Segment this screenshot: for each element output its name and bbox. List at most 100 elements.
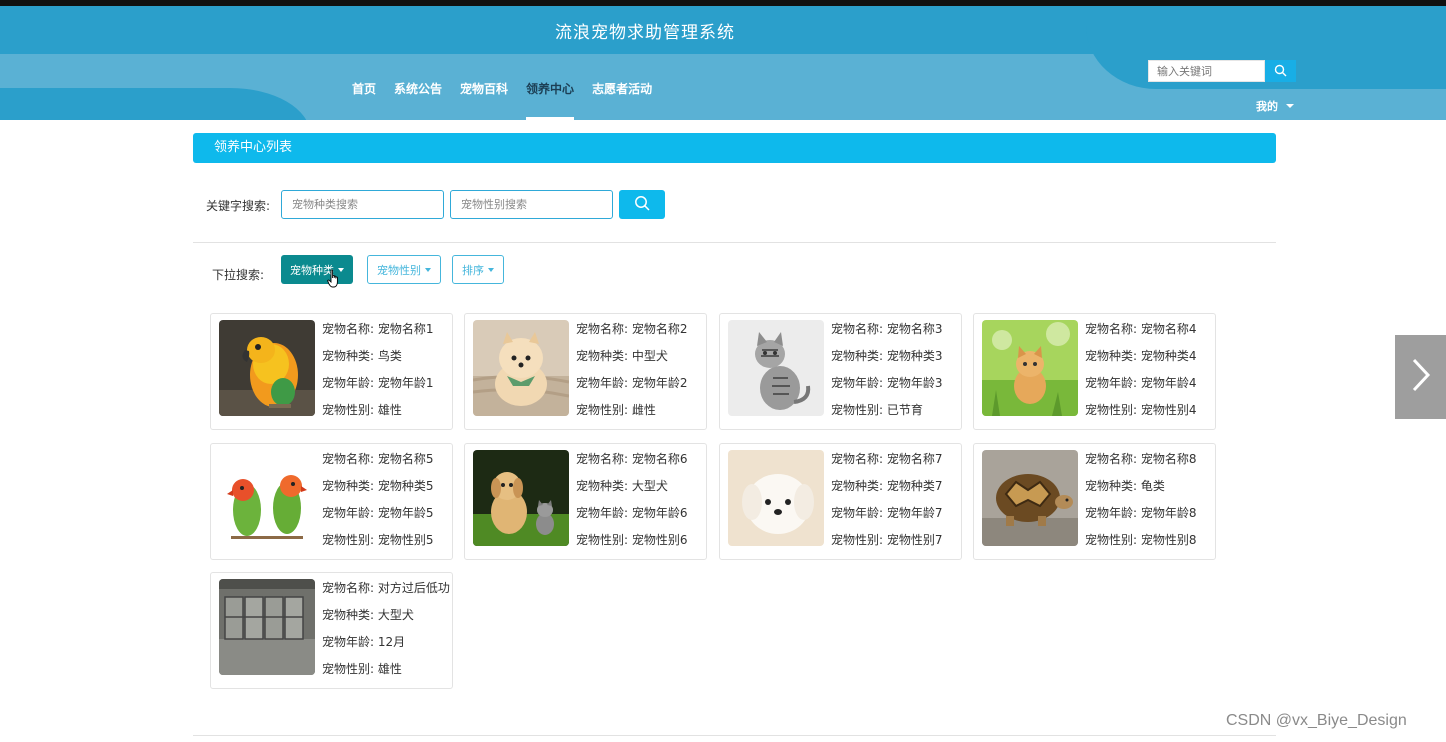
- pet-type-label: 宠物种类:: [1085, 349, 1138, 363]
- pet-photo-white-puppy: [728, 450, 824, 546]
- pet-name: 宠物名称3: [886, 322, 943, 336]
- watermark: CSDN @vx_Biye_Design: [1226, 712, 1407, 729]
- nav-item-volunteer-activities[interactable]: 志愿者活动: [583, 78, 661, 108]
- header-search-input[interactable]: [1148, 60, 1265, 82]
- pet-gender: 宠物性别5: [377, 533, 434, 547]
- pet-card[interactable]: 宠物名称: 宠物名称1 宠物种类: 鸟类 宠物年龄: 宠物年龄1 宠物性别: 雄…: [210, 313, 453, 430]
- pet-type-search-input[interactable]: [281, 190, 444, 219]
- pet-name: 宠物名称8: [1140, 452, 1197, 466]
- pet-type-label: 宠物种类:: [576, 349, 629, 363]
- pet-age: 宠物年龄1: [377, 376, 434, 390]
- pet-card[interactable]: 宠物名称: 宠物名称2 宠物种类: 中型犬 宠物年龄: 宠物年龄2 宠物性别: …: [464, 313, 707, 430]
- pet-age-label: 宠物年龄:: [576, 376, 629, 390]
- pet-type: 宠物种类7: [886, 479, 943, 493]
- pet-card[interactable]: 宠物名称: 宠物名称4 宠物种类: 宠物种类4 宠物年龄: 宠物年龄4 宠物性别…: [973, 313, 1216, 430]
- pet-gender: 雌性: [631, 403, 656, 417]
- divider: [193, 735, 1276, 736]
- pet-gender-dropdown[interactable]: 宠物性别: [367, 255, 441, 284]
- pet-name: 宠物名称6: [631, 452, 688, 466]
- pet-name-label: 宠物名称:: [831, 322, 884, 336]
- pet-card[interactable]: 宠物名称: 宠物名称8 宠物种类: 龟类 宠物年龄: 宠物年龄8 宠物性别: 宠…: [973, 443, 1216, 560]
- pet-photo-kennel: [219, 579, 315, 675]
- pet-age-label: 宠物年龄:: [322, 506, 375, 520]
- nav-item-adoption-center[interactable]: 领养中心: [517, 78, 583, 120]
- pet-age: 宠物年龄5: [377, 506, 434, 520]
- pet-gender-label: 宠物性别:: [576, 533, 629, 547]
- pet-name: 对方过后低功: [377, 581, 450, 595]
- pet-type-dropdown[interactable]: 宠物种类: [281, 255, 353, 284]
- section-title: 领养中心列表: [193, 133, 1276, 163]
- pet-name-label: 宠物名称:: [322, 581, 375, 595]
- pet-photo-puppy-kitten: [473, 450, 569, 546]
- caret-down-icon: [425, 267, 431, 272]
- pet-card[interactable]: 宠物名称: 宠物名称6 宠物种类: 大型犬 宠物年龄: 宠物年龄6 宠物性别: …: [464, 443, 707, 560]
- pet-photo-tortoise: [982, 450, 1078, 546]
- pet-type-label: 宠物种类:: [322, 608, 375, 622]
- pet-gender-label: 宠物性别:: [322, 662, 375, 676]
- pet-gender-label: 宠物性别:: [576, 403, 629, 417]
- header-search-button[interactable]: [1265, 60, 1296, 82]
- dropdown-label: 宠物性别: [377, 263, 421, 277]
- pet-name: 宠物名称1: [377, 322, 434, 336]
- nav-item-pet-wiki[interactable]: 宠物百科: [451, 78, 517, 108]
- search-icon: [1274, 62, 1287, 81]
- pet-card[interactable]: 宠物名称: 宠物名称3 宠物种类: 宠物种类3 宠物年龄: 宠物年龄3 宠物性别…: [719, 313, 962, 430]
- pet-gender-label: 宠物性别:: [1085, 533, 1138, 547]
- pet-age-label: 宠物年龄:: [576, 506, 629, 520]
- pet-type-label: 宠物种类:: [322, 349, 375, 363]
- pet-name-label: 宠物名称:: [831, 452, 884, 466]
- pet-gender-label: 宠物性别:: [831, 533, 884, 547]
- nav-item-home[interactable]: 首页: [343, 78, 385, 108]
- site-header: 流浪宠物求助管理系统 首页 系统公告 宠物百科 领养中心 志愿者活动 我的: [0, 6, 1446, 120]
- pet-gender-label: 宠物性别:: [322, 403, 375, 417]
- pet-age: 12月: [377, 635, 406, 649]
- pet-photo-pomeranian: [473, 320, 569, 416]
- pet-card[interactable]: 宠物名称: 宠物名称7 宠物种类: 宠物种类7 宠物年龄: 宠物年龄7 宠物性别…: [719, 443, 962, 560]
- pet-info: 宠物名称: 宠物名称1 宠物种类: 鸟类 宠物年龄: 宠物年龄1 宠物性别: 雄…: [322, 322, 434, 430]
- next-page-button[interactable]: [1395, 335, 1446, 419]
- pet-type: 鸟类: [377, 349, 402, 363]
- pet-gender: 雄性: [377, 662, 402, 676]
- pet-info: 宠物名称: 宠物名称7 宠物种类: 宠物种类7 宠物年龄: 宠物年龄7 宠物性别…: [831, 452, 943, 560]
- pet-type: 龟类: [1140, 479, 1165, 493]
- pet-age: 宠物年龄6: [631, 506, 688, 520]
- keyword-search-button[interactable]: [619, 190, 665, 219]
- pet-age-label: 宠物年龄:: [1085, 506, 1138, 520]
- pet-name: 宠物名称5: [377, 452, 434, 466]
- keyword-search-label: 关键字搜索:: [206, 199, 271, 213]
- pet-card[interactable]: 宠物名称: 对方过后低功 宠物种类: 大型犬 宠物年龄: 12月 宠物性别: 雄…: [210, 572, 453, 689]
- sort-dropdown[interactable]: 排序: [452, 255, 504, 284]
- user-menu-label: 我的: [1256, 100, 1278, 113]
- pet-gender-label: 宠物性别:: [322, 533, 375, 547]
- pet-gender-label: 宠物性别:: [1085, 403, 1138, 417]
- pet-gender-label: 宠物性别:: [831, 403, 884, 417]
- pet-age-label: 宠物年龄:: [1085, 376, 1138, 390]
- nav-item-announcements[interactable]: 系统公告: [385, 78, 451, 108]
- pet-age: 宠物年龄2: [631, 376, 688, 390]
- search-icon: [634, 195, 650, 215]
- pet-gender: 宠物性别4: [1140, 403, 1197, 417]
- caret-down-icon: [1286, 104, 1294, 108]
- pet-type: 大型犬: [631, 479, 668, 493]
- pet-gender-search-input[interactable]: [450, 190, 613, 219]
- dropdown-label: 排序: [462, 263, 484, 277]
- pet-type-label: 宠物种类:: [831, 479, 884, 493]
- pet-name-label: 宠物名称:: [322, 322, 375, 336]
- pet-name: 宠物名称4: [1140, 322, 1197, 336]
- pet-card[interactable]: 宠物名称: 宠物名称5 宠物种类: 宠物种类5 宠物年龄: 宠物年龄5 宠物性别…: [210, 443, 453, 560]
- chevron-right-icon: [1411, 358, 1431, 396]
- pet-photo-kitten-grass: [982, 320, 1078, 416]
- pet-type: 宠物种类3: [886, 349, 943, 363]
- pet-name-label: 宠物名称:: [1085, 322, 1138, 336]
- pet-type-label: 宠物种类:: [1085, 479, 1138, 493]
- pet-info: 宠物名称: 对方过后低功 宠物种类: 大型犬 宠物年龄: 12月 宠物性别: 雄…: [322, 581, 450, 689]
- pet-name-label: 宠物名称:: [576, 322, 629, 336]
- pet-age-label: 宠物年龄:: [831, 376, 884, 390]
- pet-age: 宠物年龄4: [1140, 376, 1197, 390]
- pet-gender: 宠物性别6: [631, 533, 688, 547]
- pet-photo-lovebirds: [219, 450, 315, 546]
- pet-photo-parrot: [219, 320, 315, 416]
- pet-info: 宠物名称: 宠物名称3 宠物种类: 宠物种类3 宠物年龄: 宠物年龄3 宠物性别…: [831, 322, 943, 430]
- user-menu[interactable]: 我的: [1256, 98, 1294, 114]
- pet-age: 宠物年龄8: [1140, 506, 1197, 520]
